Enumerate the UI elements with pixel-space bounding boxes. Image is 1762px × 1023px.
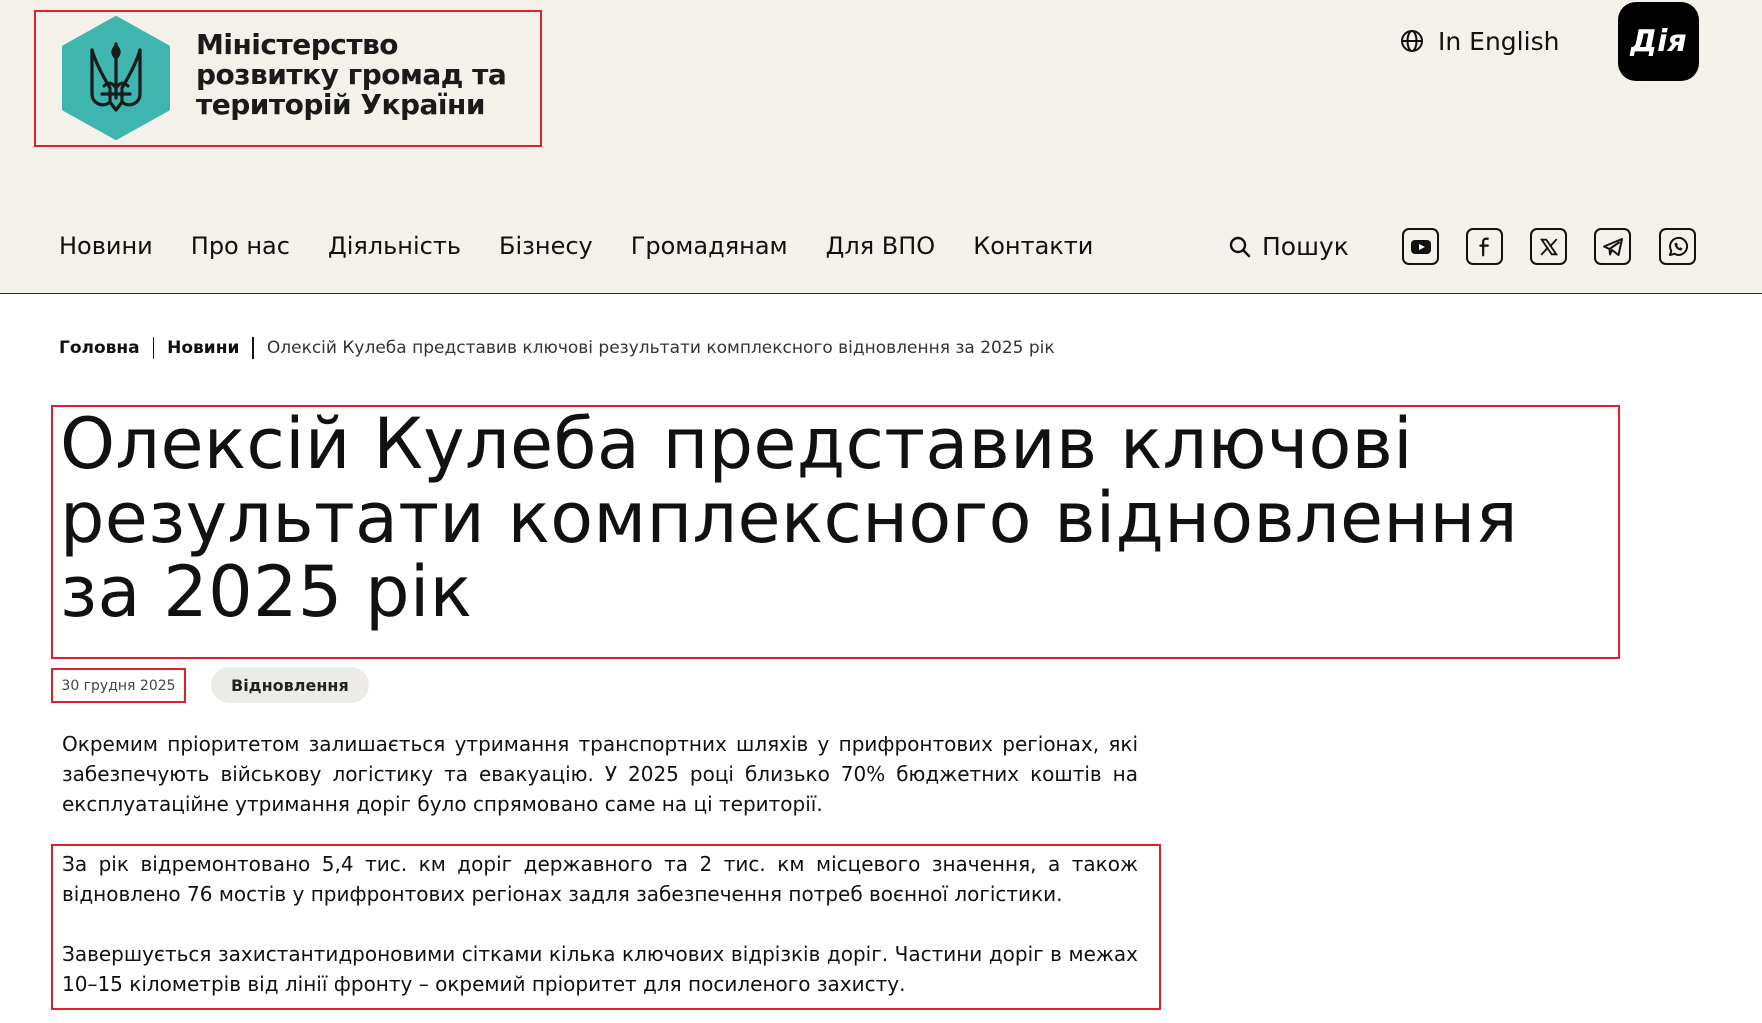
nav-item-activity[interactable]: Діяльність [328,232,461,260]
article-paragraph: Окремим пріоритетом залишається утриманн… [62,732,1138,816]
x-link[interactable] [1530,228,1567,265]
breadcrumb-news[interactable]: Новини [167,338,239,358]
article-title: Олексій Кулеба представив ключові резуль… [60,403,1518,633]
breadcrumb-home[interactable]: Головна [59,338,140,358]
search-label: Пошук [1262,232,1349,261]
article-date-region: 30 грудня 2025 [51,668,186,703]
article-paragraph: За рік відремонтовано 5,4 тис. км доріг … [62,852,1138,906]
whatsapp-link[interactable] [1659,228,1696,265]
nav-item-contacts[interactable]: Контакти [973,232,1093,260]
search-icon [1229,236,1251,257]
diia-logo-button[interactable]: Дія [1618,2,1699,81]
trident-emblem-icon [62,16,170,140]
x-icon [1539,238,1558,255]
article-tag[interactable]: Відновлення [211,667,369,703]
breadcrumb-divider [152,337,155,359]
ministry-logo[interactable]: Міністерство розвитку громад та територі… [34,10,542,147]
nav-item-idp[interactable]: Для ВПО [826,232,936,260]
language-switch[interactable]: In English [1400,24,1559,58]
breadcrumb-divider [252,337,254,359]
telegram-icon [1602,237,1623,256]
article-date: 30 грудня 2025 [61,677,176,694]
youtube-link[interactable] [1402,228,1439,265]
search-button[interactable]: Пошук [1228,232,1349,261]
facebook-icon [1478,237,1489,256]
nav-item-news[interactable]: Новини [59,232,153,260]
article-paragraph: Завершується захистантидроновими сітками… [62,942,1138,996]
breadcrumb: Головна Новини Олексій Кулеба представив… [59,337,1055,359]
nav-item-citizens[interactable]: Громадянам [631,232,788,260]
language-label: In English [1438,26,1560,56]
nav-item-business[interactable]: Бізнесу [499,232,593,260]
nav-item-about[interactable]: Про нас [191,232,290,260]
facebook-link[interactable] [1466,228,1503,265]
youtube-icon [1410,239,1431,254]
whatsapp-icon [1668,236,1688,256]
site-header: Міністерство розвитку громад та територі… [0,0,1762,294]
main-nav: Новини Про нас Діяльність Бізнесу Громад… [59,232,1093,260]
breadcrumb-current: Олексій Кулеба представив ключові резуль… [266,338,1055,358]
globe-icon [1401,30,1423,52]
telegram-link[interactable] [1594,228,1631,265]
article-title-region: Олексій Кулеба представив ключові резуль… [51,405,1620,659]
ministry-name: Міністерство розвитку громад та територі… [196,28,507,121]
